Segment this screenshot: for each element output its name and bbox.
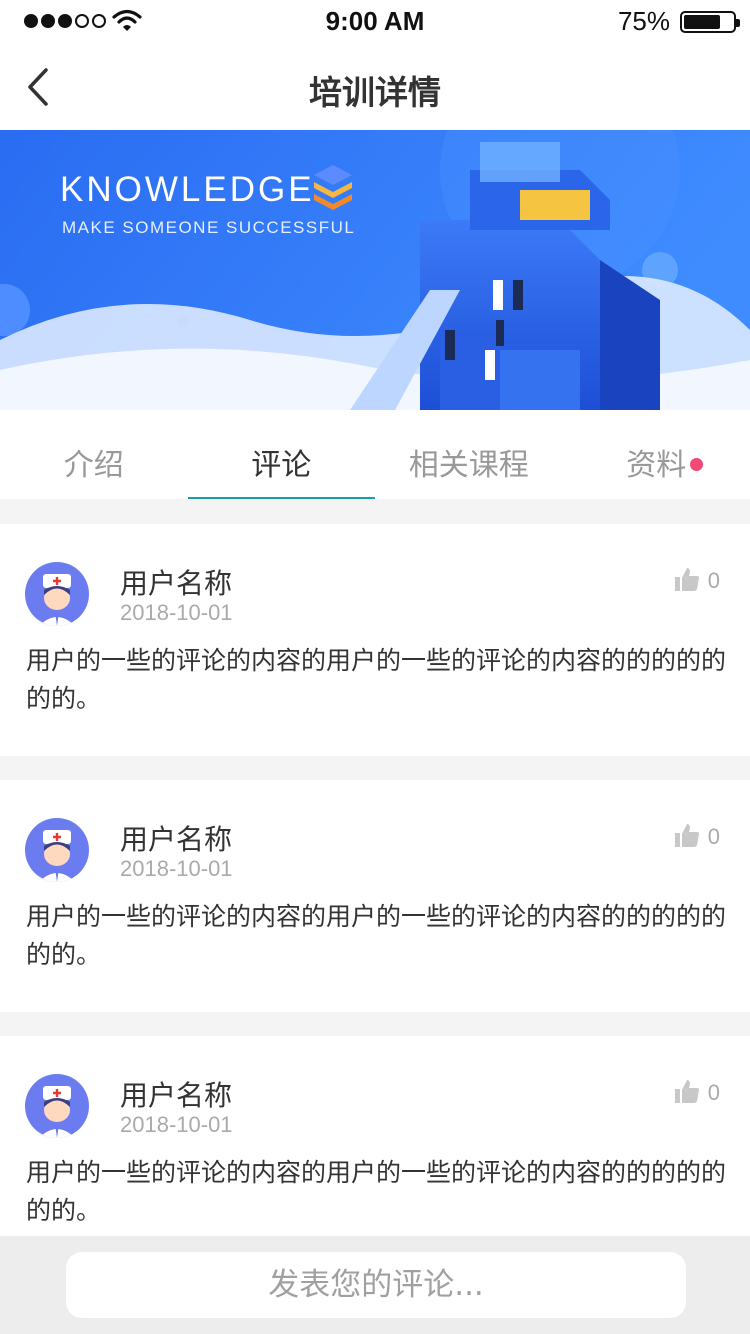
comment-item: 用户名称 2018-10-01 0 用户的一些的评论的内容的用户的一些的评论的内…	[0, 524, 750, 756]
comment-text: 用户的一些的评论的内容的用户的一些的评论的内容的的的的的的的。	[26, 902, 727, 969]
comment-item: 用户名称 2018-10-01 0 用户的一些的评论的内容的用户的一些的评论的内…	[0, 780, 750, 1012]
banner-subline: MAKE SOMEONE SUCCESSFUL	[62, 218, 356, 237]
like-count: 0	[707, 824, 720, 849]
course-banner: KNOWLEDGE MAKE SOMEONE SUCCESSFUL	[0, 130, 750, 410]
thumbs-up-icon	[674, 824, 699, 847]
page-title: 培训详情	[309, 73, 441, 112]
comment-username: 用户名称	[120, 823, 233, 856]
thumbs-up-icon	[674, 568, 699, 591]
tab-bar: 介绍 评论 相关课程 资料	[0, 410, 750, 499]
tab-materials[interactable]: 资料	[563, 410, 750, 499]
banner-headline: KNOWLEDGE	[60, 170, 315, 209]
comment-item: 用户名称 2018-10-01 0 用户的一些的评论的内容的用户的一些的评论的内…	[0, 1036, 750, 1268]
comment-composer-bar	[0, 1236, 750, 1334]
like-button[interactable]: 0	[674, 1078, 720, 1104]
comment-username: 用户名称	[120, 567, 233, 600]
tab-intro[interactable]: 介绍	[0, 410, 188, 499]
thumbs-up-icon	[674, 1080, 699, 1103]
status-bar: 9:00 AM 75%	[0, 0, 750, 44]
avatar[interactable]	[25, 818, 89, 882]
comment-username: 用户名称	[120, 1079, 233, 1112]
comment-text: 用户的一些的评论的内容的用户的一些的评论的内容的的的的的的的。	[26, 1158, 727, 1225]
comment-date: 2018-10-01	[120, 856, 233, 881]
like-count: 0	[707, 568, 720, 593]
like-count: 0	[707, 1080, 720, 1105]
comment-date: 2018-10-01	[120, 1112, 233, 1137]
battery-icon	[680, 11, 740, 33]
comment-input[interactable]	[66, 1252, 686, 1318]
battery-percent: 75%	[617, 6, 670, 36]
like-button[interactable]: 0	[674, 566, 720, 592]
like-button[interactable]: 0	[674, 822, 720, 848]
tab-related-courses[interactable]: 相关课程	[375, 410, 563, 499]
avatar[interactable]	[25, 562, 89, 626]
nav-bar: 培训详情	[0, 44, 750, 130]
avatar[interactable]	[25, 1074, 89, 1138]
tab-comments[interactable]: 评论	[187, 410, 376, 499]
comment-date: 2018-10-01	[120, 600, 233, 625]
unread-badge	[689, 458, 703, 471]
comment-text: 用户的一些的评论的内容的用户的一些的评论的内容的的的的的的的。	[26, 646, 727, 713]
